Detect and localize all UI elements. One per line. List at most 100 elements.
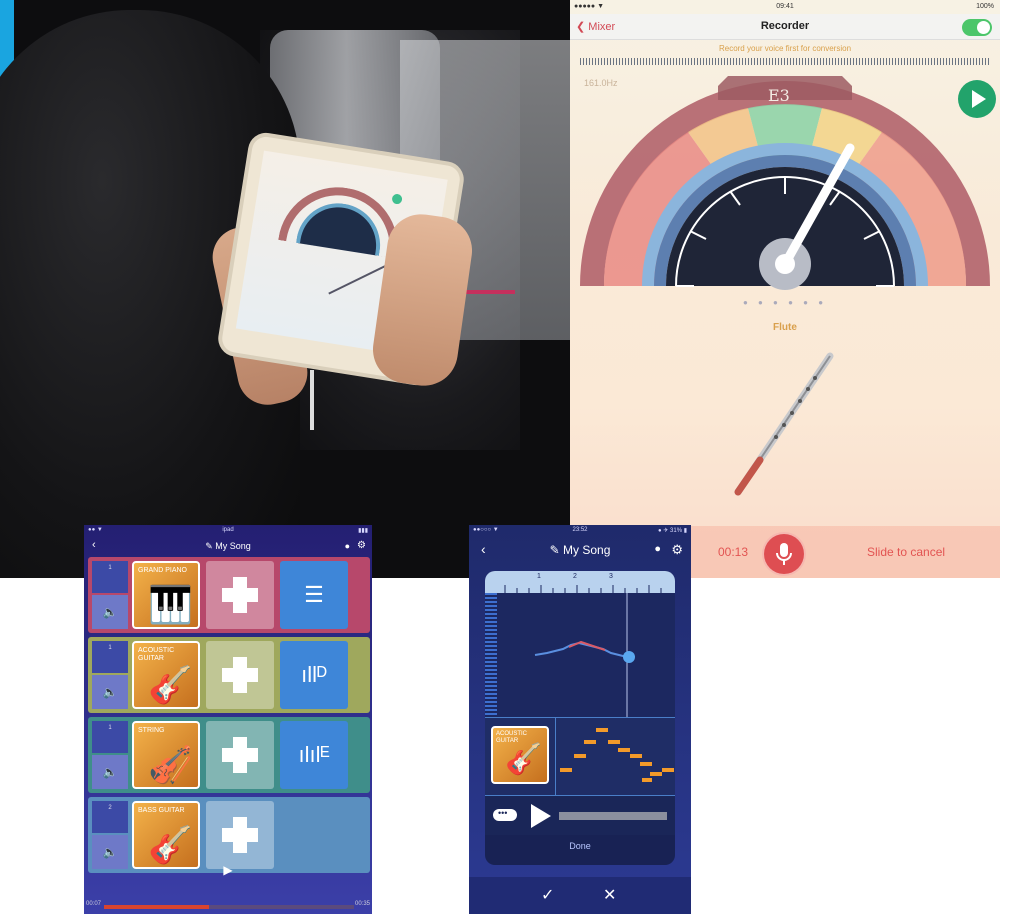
progress-bar[interactable] (104, 905, 354, 909)
chord-e-icon[interactable]: ılılᴱ (280, 721, 348, 789)
speaker-icon[interactable]: 🔈 (92, 675, 128, 709)
guitar-icon: 🎸 (148, 664, 193, 705)
instrument-tile[interactable]: GRAND PIANO 🎹 (132, 561, 200, 629)
user-photo (0, 0, 570, 578)
instrument-tile[interactable]: BASS GUITAR 🎸 (132, 801, 200, 869)
scrubber[interactable] (559, 812, 667, 820)
piano-keys (485, 593, 497, 717)
track-number[interactable]: 1 (92, 641, 128, 673)
strings-icon: 🎻 (148, 744, 193, 785)
play-button[interactable]: ▶ (84, 863, 372, 877)
page-indicator[interactable]: ● ● ● ● ● ● (570, 298, 1000, 307)
track-controls: 1 🔈 (92, 561, 128, 629)
track-row: 1 🔈 ACOUSTIC GUITAR 🎸 ıllᴰ (88, 637, 370, 713)
clock: 09:41 (776, 3, 794, 10)
status-bar: ●●○○○ ▼ 23:52 ● ✈ 31% ▮ (469, 525, 691, 537)
action-bar: ✓ ✕ (469, 877, 691, 914)
bass-icon: 🎸 (148, 824, 193, 865)
track-row: 1 🔈 GRAND PIANO 🎹 ☰ (88, 557, 370, 633)
elapsed-time: 00:13 (718, 545, 749, 559)
microphone-icon (776, 543, 792, 565)
speaker-icon[interactable]: 🔈 (92, 755, 128, 789)
pencil-icon: ✎ (549, 543, 564, 557)
song-editor-screen: ●●○○○ ▼ 23:52 ● ✈ 31% ▮ ‹ ✎ My Song ● ⚙ (469, 525, 691, 914)
song-title-text: My Song (563, 543, 611, 557)
add-clip-button[interactable] (206, 801, 274, 869)
guitar-icon: 🎸 (505, 743, 543, 776)
pitch-curve: 𝄞 (489, 593, 635, 717)
instrument-tile[interactable]: ACOUSTIC GUITAR 🎸 (491, 726, 549, 784)
track-controls: 2 🔈 (92, 801, 128, 869)
progress-fill (104, 905, 209, 909)
speaker-icon[interactable]: 🔈 (92, 595, 128, 629)
instrument-name: Flute (773, 322, 797, 333)
instrument-label: BASS GUITAR (138, 807, 185, 814)
record-button[interactable] (764, 534, 804, 574)
note-roll[interactable] (555, 718, 675, 796)
add-clip-button[interactable] (206, 561, 274, 629)
track-controls: 1 🔈 (92, 641, 128, 709)
nav-bar: ❮ Mixer Recorder (570, 14, 1000, 40)
track-controls: 1 🔈 (92, 721, 128, 789)
frequency-readout: 161.0Hz (584, 78, 618, 88)
nav-bar: ‹ ✎ My Song ● ⚙ (84, 537, 372, 555)
status-bar: ●● ▼ ipad ▮▮▮ (84, 525, 372, 537)
check-icon[interactable]: ✓ (541, 885, 554, 905)
ruler-ticks (504, 585, 662, 593)
ruler-mark: 2 (573, 573, 577, 580)
recorder-screen: ●●●●● ▼ 09:41 100% ❮ Mixer Recorder Reco… (570, 0, 1000, 578)
add-clip-button[interactable] (206, 721, 274, 789)
gear-icon[interactable]: ⚙ (357, 540, 366, 551)
nav-bar: ‹ ✎ My Song ● ⚙ (469, 539, 691, 559)
sliders-icon[interactable]: ☰ (280, 561, 348, 629)
playback-controls (485, 795, 675, 835)
charging-cable (310, 370, 314, 430)
track-number[interactable]: 2 (92, 801, 128, 833)
composite-figure: ●●●●● ▼ 09:41 100% ❮ Mixer Recorder Reco… (0, 0, 1030, 914)
play-dot-icon (391, 193, 403, 205)
timeline-ruler[interactable]: 1 2 3 (485, 571, 675, 593)
ruler-mark: 1 (537, 573, 541, 580)
battery: ▮▮▮ (358, 528, 368, 534)
tuner-gauge (580, 76, 990, 290)
add-clip-button[interactable] (206, 641, 274, 709)
record-hint: Record your voice first for conversion (718, 44, 852, 53)
pencil-icon: ✎ (205, 541, 216, 551)
page-title: Recorder (760, 20, 810, 32)
track-row: 2 🔈 BASS GUITAR 🎸 (88, 797, 370, 873)
slide-to-cancel[interactable]: Slide to cancel (867, 545, 945, 559)
track-lane: ACOUSTIC GUITAR 🎸 (485, 717, 675, 796)
chord-d-icon[interactable]: ıllᴰ (280, 641, 348, 709)
note-blocks (560, 728, 674, 782)
gear-icon[interactable]: ⚙ (671, 542, 683, 558)
instrument-label: GRAND PIANO (138, 567, 188, 574)
pitch-graph[interactable]: 𝄞 (485, 593, 675, 717)
instrument-label: ACOUSTIC GUITAR (138, 647, 175, 662)
note-label: E3 (768, 86, 790, 105)
help-icon[interactable]: ● (345, 541, 350, 551)
flute-icon[interactable] (720, 350, 840, 500)
instrument-label: STRING (138, 727, 165, 734)
loop-icon[interactable] (493, 808, 517, 821)
waveform (580, 58, 990, 65)
track-number[interactable]: 1 (92, 561, 128, 593)
song-title[interactable]: ✎ My Song (84, 541, 372, 552)
clock: ipad (222, 527, 234, 533)
help-icon[interactable]: ● (654, 543, 661, 555)
toggle-switch[interactable] (962, 19, 992, 36)
piano-icon: 🎹 (148, 584, 193, 625)
battery: 100% (976, 3, 994, 10)
editor-card: 1 2 3 𝄞 ACOUSTIC GUITAR 🎸 (485, 571, 675, 865)
track-row: 1 🔈 STRING 🎻 ılılᴱ (88, 717, 370, 793)
track-number[interactable]: 1 (92, 721, 128, 753)
instrument-tile[interactable]: STRING 🎻 (132, 721, 200, 789)
battery: ● ✈ 31% ▮ (658, 528, 687, 534)
ruler-mark: 3 (609, 573, 613, 580)
instrument-tile[interactable]: ACOUSTIC GUITAR 🎸 (132, 641, 200, 709)
song-title-text: My Song (215, 541, 251, 551)
time-end: 00:35 (354, 901, 370, 907)
play-icon[interactable] (531, 804, 551, 828)
done-button[interactable]: Done (485, 841, 675, 851)
close-icon[interactable]: ✕ (603, 885, 616, 905)
play-button[interactable] (958, 80, 996, 118)
